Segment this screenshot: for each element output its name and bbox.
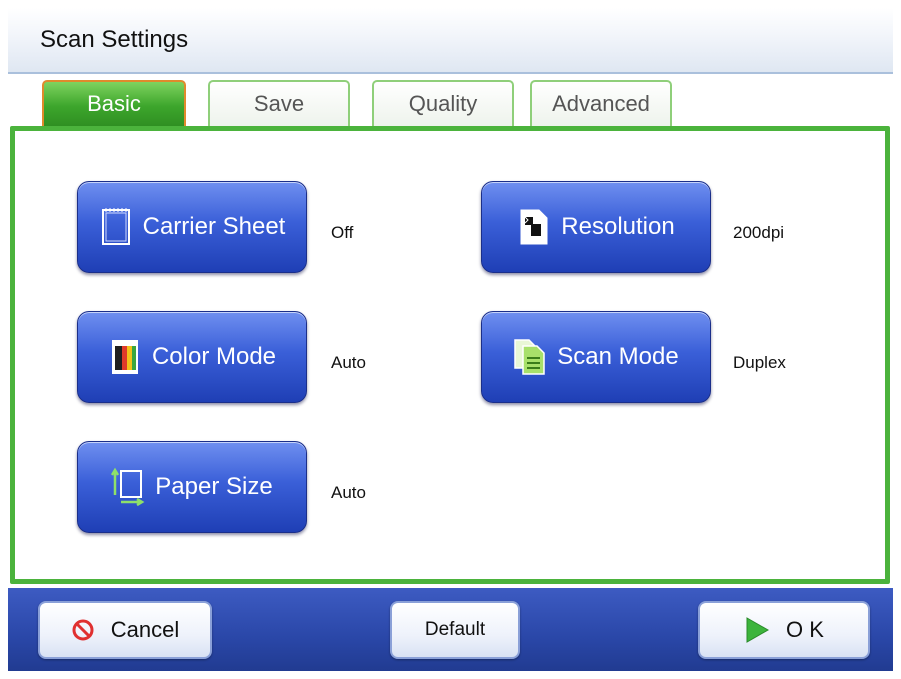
tab-basic[interactable]: Basic <box>42 80 186 126</box>
scan-mode-button[interactable]: Scan Mode <box>481 311 711 403</box>
paper-size-label: Paper Size <box>155 473 273 500</box>
scan-settings-window: Scan Settings Basic Save Quality Advance… <box>8 8 893 671</box>
tab-bar: Basic Save Quality Advanced <box>8 74 893 126</box>
color-mode-button[interactable]: Color Mode <box>77 311 307 403</box>
tab-quality[interactable]: Quality <box>372 80 514 126</box>
paper-size-icon <box>111 467 145 507</box>
resolution-icon <box>517 207 551 247</box>
color-mode-label: Color Mode <box>151 343 277 370</box>
resolution-button[interactable]: Resolution <box>481 181 711 273</box>
footer-bar: Cancel Default O K <box>8 588 893 671</box>
default-button[interactable]: Default <box>390 601 520 659</box>
carrier-sheet-label: Carrier Sheet <box>142 213 286 240</box>
resolution-value: 200dpi <box>733 223 785 242</box>
tab-save[interactable]: Save <box>208 80 350 126</box>
color-mode-icon <box>108 337 142 377</box>
ok-button[interactable]: O K <box>698 601 870 659</box>
header-bar: Scan Settings <box>8 8 893 74</box>
carrier-sheet-button[interactable]: Carrier Sheet <box>77 181 307 273</box>
scan-mode-value: Duplex <box>733 353 786 372</box>
play-arrow-icon <box>744 616 770 644</box>
page-title: Scan Settings <box>40 26 189 53</box>
ok-label: O K <box>786 617 824 642</box>
paper-size-button[interactable]: Paper Size <box>77 441 307 533</box>
settings-panel: Carrier Sheet Off Resolution 200dpi Colo… <box>10 126 890 584</box>
resolution-label: Resolution <box>561 213 675 240</box>
cancel-button[interactable]: Cancel <box>38 601 212 659</box>
cancel-label: Cancel <box>110 617 180 642</box>
color-mode-value: Auto <box>331 353 366 372</box>
carrier-sheet-value: Off <box>331 223 354 242</box>
document-icon <box>99 207 133 247</box>
tab-advanced[interactable]: Advanced <box>530 80 672 126</box>
duplex-icon <box>513 337 547 377</box>
default-label: Default <box>424 619 486 640</box>
cancel-icon <box>71 618 95 642</box>
scan-mode-label: Scan Mode <box>557 343 679 370</box>
paper-size-value: Auto <box>331 483 366 502</box>
